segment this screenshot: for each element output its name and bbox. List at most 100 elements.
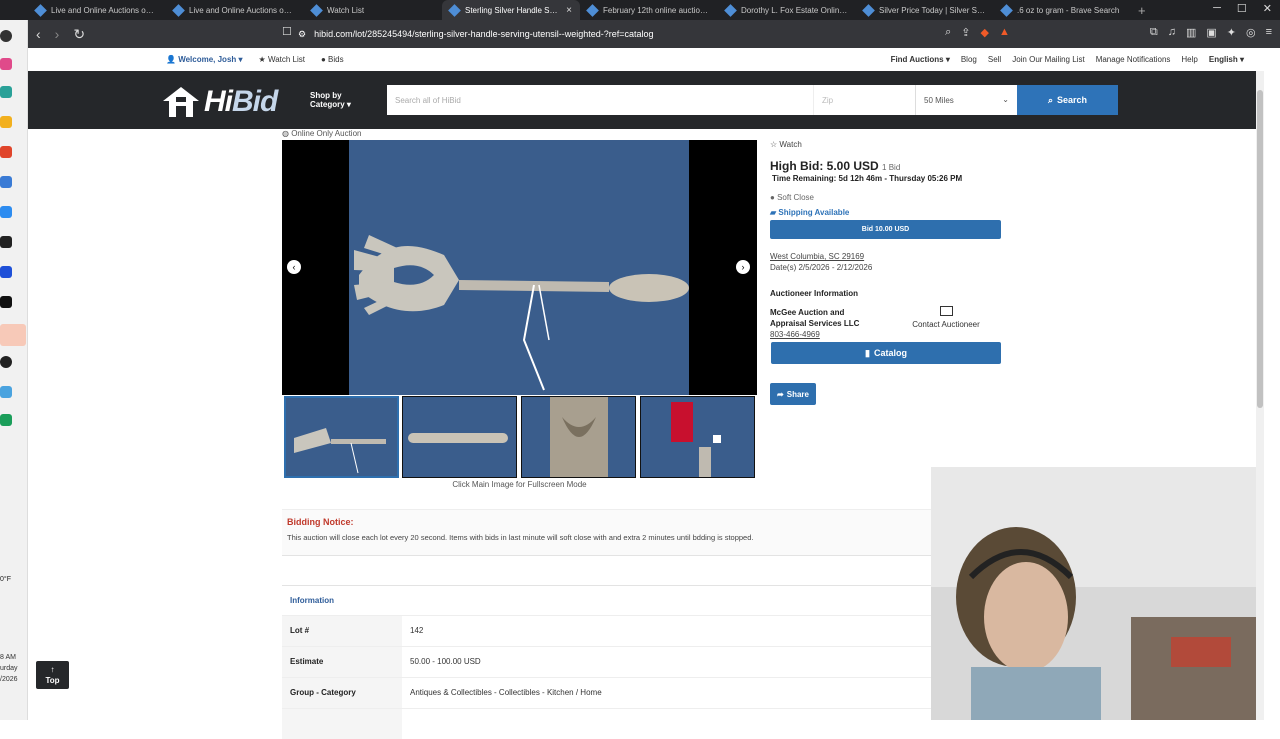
mailing-list-link[interactable]: Join Our Mailing List <box>1012 55 1084 64</box>
search-input[interactable]: Search all of HiBid <box>387 85 813 115</box>
thumbnail-4[interactable] <box>640 396 755 478</box>
share-button[interactable]: ➦ Share <box>770 383 816 405</box>
browser-toolbar-icons: ⌕ ⇪ ◆ ▲ ⧉ ♫ ▥ ▣ ✦ ◎ ≡ <box>945 26 1272 39</box>
thumbnail-1[interactable] <box>284 396 399 478</box>
bids-link[interactable]: ● Bids <box>321 55 344 64</box>
system-clock: 8 AM urday /2026 <box>0 654 18 683</box>
sell-link[interactable]: Sell <box>988 55 1001 64</box>
info-key: Lot # <box>282 616 402 646</box>
tab-favicon-icon <box>724 3 737 17</box>
close-window-icon[interactable]: ✕ <box>1263 2 1272 15</box>
browser-tab[interactable]: Sterling Silver Handle Servin × <box>442 0 580 20</box>
chevron-down-icon: ⌄ <box>1002 95 1009 104</box>
sidebar-app-icon[interactable] <box>0 30 12 42</box>
distance-select[interactable]: 50 Miles ⌄ <box>915 85 1017 115</box>
sidebar-app-icon[interactable] <box>0 58 12 70</box>
shop-by-category-menu[interactable]: Shop by Category ▾ <box>310 91 351 109</box>
brave-shield-icon[interactable]: ◆ <box>980 26 988 39</box>
back-icon[interactable]: ‹ <box>36 26 41 43</box>
site-top-nav: 👤 Welcome, Josh ▾ ★ Watch List ● Bids Fi… <box>28 48 1256 71</box>
sidebar-app-icon[interactable] <box>0 266 12 278</box>
search-button[interactable]: ⌕ Search <box>1017 85 1118 115</box>
browser-tab[interactable]: Silver Price Today | Silver Spot P <box>856 0 994 20</box>
bid-button[interactable]: Bid 10.00 USD <box>770 220 1001 239</box>
browser-tab[interactable]: Watch List <box>304 0 442 20</box>
search-icon: ⌕ <box>1047 94 1053 105</box>
watch-button[interactable]: ☆ Watch <box>770 140 802 149</box>
sidebar-app-icon[interactable] <box>0 296 12 308</box>
vpn-icon[interactable]: ◎ <box>1246 26 1256 39</box>
auctioneer-phone-link[interactable]: 803-466-4969 <box>770 330 820 339</box>
site-info-icon[interactable]: ⚙ <box>298 29 306 40</box>
main-lot-image[interactable]: ‹ › <box>282 140 757 395</box>
new-tab-button[interactable]: + <box>1138 3 1146 18</box>
notifications-link[interactable]: Manage Notifications <box>1096 55 1171 64</box>
brave-rewards-icon[interactable]: ▲ <box>999 26 1010 39</box>
help-link[interactable]: Help <box>1181 55 1197 64</box>
zip-input[interactable]: Zip <box>813 85 915 115</box>
book-icon: ▮ <box>865 347 870 358</box>
webcam-overlay <box>931 467 1256 720</box>
browser-tab[interactable]: .6 oz to gram - Brave Search <box>994 0 1132 20</box>
find-auctions-menu[interactable]: Find Auctions ▾ <box>891 55 950 64</box>
blog-link[interactable]: Blog <box>961 55 977 64</box>
sidebar-icon[interactable]: ▥ <box>1186 26 1196 39</box>
tab-title: Watch List <box>327 5 365 15</box>
bid-count-link[interactable]: 1 Bid <box>882 163 900 172</box>
star-icon: ☆ <box>770 140 778 149</box>
auctioneer-name-link[interactable]: McGee Auction and Appraisal Services LLC <box>770 307 870 329</box>
sidebar-app-icon[interactable] <box>0 206 12 218</box>
wallet-icon[interactable]: ▣ <box>1206 26 1216 39</box>
share-page-icon[interactable]: ⇪ <box>961 26 970 39</box>
thumbnail-3[interactable] <box>521 396 636 478</box>
browser-tab[interactable]: Live and Online Auctions on HiB <box>28 0 166 20</box>
bookmark-icon[interactable]: ☐ <box>282 25 292 38</box>
back-to-top-button[interactable]: ↑ Top <box>36 661 69 689</box>
forward-icon[interactable]: › <box>55 26 60 43</box>
url-field[interactable]: ⚙ hibid.com/lot/285245494/sterling-silve… <box>298 24 988 44</box>
media-icon[interactable]: ♫ <box>1168 26 1176 39</box>
menu-icon[interactable]: ≡ <box>1266 26 1272 39</box>
previous-image-arrow[interactable]: ‹ <box>287 260 301 274</box>
maximize-icon[interactable]: ☐ <box>1237 2 1247 15</box>
sidebar-app-icon[interactable] <box>0 116 12 128</box>
leo-icon[interactable]: ✦ <box>1227 26 1236 39</box>
information-tab[interactable]: Information <box>290 596 334 605</box>
info-row: Lot # 142 <box>282 615 932 646</box>
browser-tab[interactable]: Dorothy L. Fox Estate Online Au <box>718 0 856 20</box>
bidding-notice: Bidding Notice: This auction will close … <box>282 509 932 556</box>
reload-icon[interactable]: ↻ <box>73 26 85 43</box>
minimize-icon[interactable]: ─ <box>1213 2 1221 15</box>
sidebar-app-icon[interactable] <box>0 386 12 398</box>
browser-tab[interactable]: Live and Online Auctions on HiB <box>166 0 304 20</box>
auctioneer-heading: Auctioneer Information <box>770 289 859 298</box>
sidebar-app-icon[interactable] <box>0 414 12 426</box>
catalog-button[interactable]: ▮ Catalog <box>771 342 1001 364</box>
browser-tab[interactable]: February 12th online auction Ri <box>580 0 718 20</box>
hibid-logo-icon <box>163 87 199 117</box>
hibid-logo[interactable]: HiBid <box>162 85 278 119</box>
location-link[interactable]: West Columbia, SC 29169 <box>770 251 872 262</box>
shipping-available[interactable]: ▰ Shipping Available <box>770 208 849 217</box>
lot-location: West Columbia, SC 29169 Date(s) 2/5/2026… <box>770 251 872 273</box>
zoom-icon[interactable]: ⌕ <box>945 26 951 39</box>
next-image-arrow[interactable]: › <box>736 260 750 274</box>
thumbnail-2[interactable] <box>402 396 517 478</box>
scrollbar-thumb[interactable] <box>1257 90 1263 408</box>
close-tab-icon[interactable]: × <box>566 5 572 16</box>
welcome-menu[interactable]: 👤 Welcome, Josh ▾ <box>166 55 243 64</box>
contact-auctioneer-button[interactable]: Contact Auctioneer <box>905 306 987 329</box>
sidebar-app-icon[interactable] <box>0 86 12 98</box>
language-menu[interactable]: English ▾ <box>1209 55 1244 64</box>
watch-list-link[interactable]: ★ Watch List <box>259 55 305 64</box>
url-text[interactable]: hibid.com/lot/285245494/sterling-silver-… <box>314 29 653 39</box>
soft-close-label[interactable]: ● Soft Close <box>770 193 814 202</box>
extensions-icon[interactable]: ⧉ <box>1150 26 1158 39</box>
sidebar-app-icon[interactable] <box>0 324 26 346</box>
sidebar-app-icon[interactable] <box>0 236 12 248</box>
sidebar-app-icon[interactable] <box>0 356 12 368</box>
webcam-feed <box>931 467 1256 720</box>
sidebar-app-icon[interactable] <box>0 176 12 188</box>
sidebar-app-icon[interactable] <box>0 146 12 158</box>
lot-photo <box>349 140 689 395</box>
